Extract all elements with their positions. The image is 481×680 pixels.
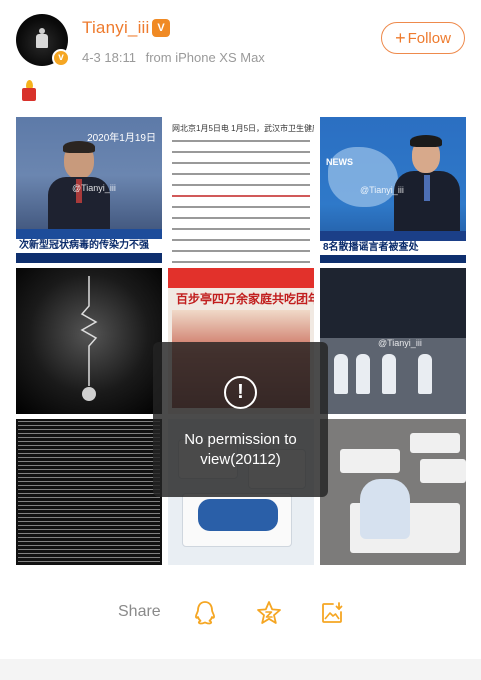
candle-body bbox=[22, 88, 36, 101]
caption-text: 次新型冠状病毒的传染力不强 bbox=[16, 239, 162, 253]
text-screenshot bbox=[18, 421, 160, 563]
watermark: @Tianyi_iii bbox=[72, 183, 116, 193]
username[interactable]: Tianyi_iii bbox=[82, 18, 150, 38]
worker-figure bbox=[360, 479, 410, 539]
caption-band bbox=[320, 231, 466, 241]
avatar[interactable]: v bbox=[16, 14, 70, 67]
verified-icon: v bbox=[52, 49, 70, 67]
post-source: from iPhone XS Max bbox=[145, 50, 265, 65]
vip-badge-icon[interactable]: V bbox=[152, 19, 170, 37]
plus-icon: + bbox=[395, 28, 406, 48]
follow-label: Follow bbox=[407, 29, 451, 47]
save-image-icon[interactable] bbox=[317, 598, 347, 628]
bottom-divider bbox=[0, 659, 481, 680]
caption-band-lower bbox=[16, 253, 162, 263]
heartbeat-graphic bbox=[80, 276, 98, 401]
qq-icon[interactable] bbox=[190, 598, 220, 628]
map-graphic bbox=[328, 147, 398, 207]
article-first-line: 网北京1月5日电 1月5日，武汉市卫生健康 bbox=[172, 124, 314, 133]
post-time: 4-3 18:11 bbox=[82, 50, 136, 65]
image-tile-7[interactable] bbox=[16, 419, 162, 565]
newspaper-header bbox=[168, 268, 314, 288]
news-logo: NEWS bbox=[326, 157, 353, 167]
image-tile-1[interactable]: 2020年1月19日 @Tianyi_iii 次新型冠状病毒的传染力不强 bbox=[16, 117, 162, 263]
caption-band-lower bbox=[320, 255, 466, 263]
newspaper-headline: 百步亭四万余家庭共吃团年饭 bbox=[176, 292, 314, 306]
no-permission-message: No permission to view(20112) bbox=[184, 431, 297, 468]
image-grid: 2020年1月19日 @Tianyi_iii 次新型冠状病毒的传染力不强 网北京… bbox=[16, 117, 466, 565]
avatar-figure bbox=[36, 28, 48, 48]
no-permission-toast: ! No permission to view(20112) bbox=[153, 342, 328, 497]
exclamation-icon: ! bbox=[224, 376, 257, 409]
watermark: @Tianyi_iii bbox=[378, 338, 422, 348]
image-tile-3[interactable]: NEWS @Tianyi_iii 8名散播谣言者被查处 bbox=[320, 117, 466, 263]
tile-date: 2020年1月19日 bbox=[87, 133, 156, 144]
image-tile-6[interactable]: @Tianyi_iii bbox=[320, 268, 466, 414]
candle-icon bbox=[20, 80, 38, 102]
image-tile-4[interactable] bbox=[16, 268, 162, 414]
follow-button[interactable]: + Follow bbox=[381, 22, 465, 54]
watermark: @Tianyi_iii bbox=[360, 185, 404, 195]
article-text: 网北京1月5日电 1月5日，武汉市卫生健康 bbox=[172, 123, 314, 263]
patient-figure bbox=[198, 499, 278, 531]
image-tile-2[interactable]: 网北京1月5日电 1月5日，武汉市卫生健康 bbox=[168, 117, 314, 263]
image-tile-9[interactable] bbox=[320, 419, 466, 565]
caption-text: 8名散播谣言者被查处 bbox=[320, 241, 466, 255]
star-icon[interactable] bbox=[254, 598, 284, 628]
post-meta: 4-3 18:11 from iPhone XS Max bbox=[82, 50, 265, 65]
share-label: Share bbox=[118, 603, 161, 620]
caption-band bbox=[16, 229, 162, 239]
